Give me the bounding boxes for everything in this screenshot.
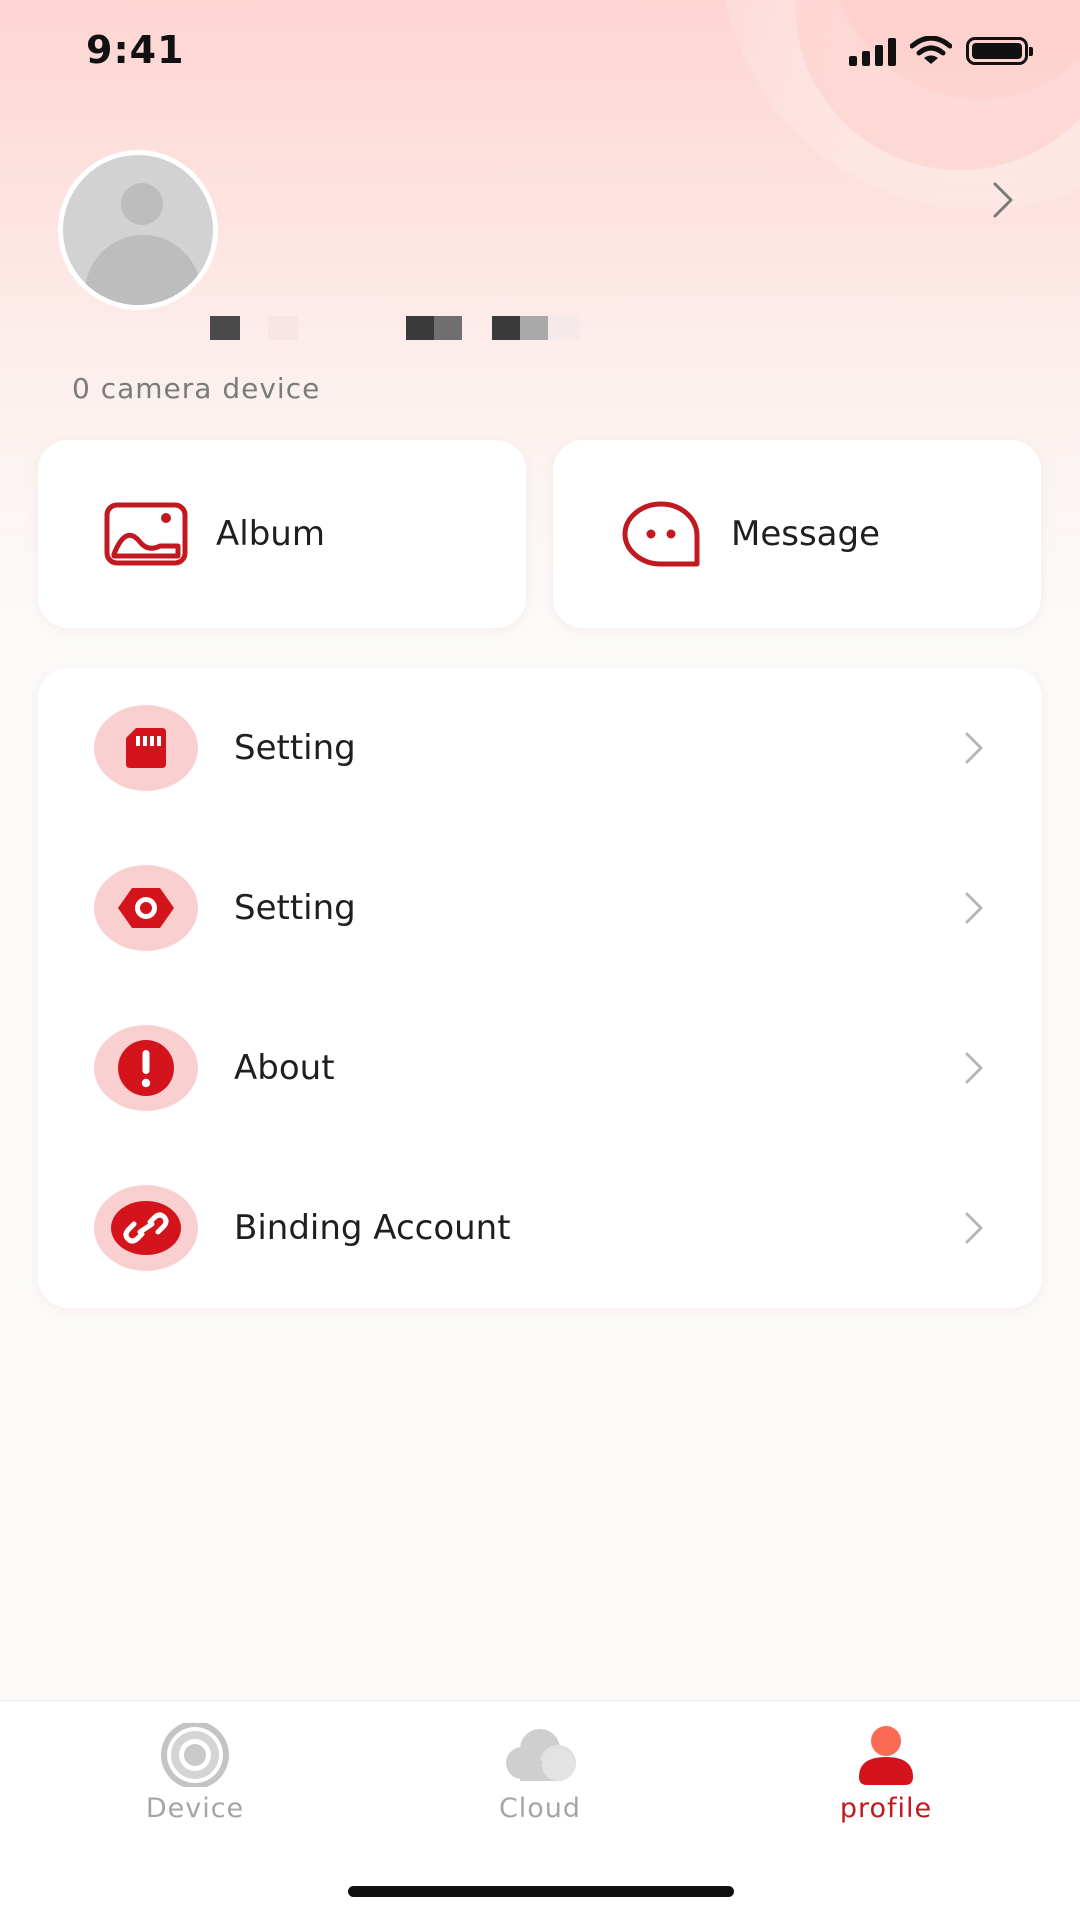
cellular-signal-icon [849,36,896,66]
menu-item-binding-account[interactable]: Binding Account [38,1148,1042,1308]
chevron-right-icon [965,1212,983,1244]
tab-profile[interactable]: profile [786,1723,986,1824]
wifi-icon [910,36,952,64]
tab-label: Cloud [498,1793,582,1824]
album-icon [104,492,188,576]
tab-label: Device [145,1793,245,1824]
home-indicator[interactable] [348,1886,734,1897]
album-card[interactable]: Album [38,440,526,628]
message-label: Message [731,514,881,554]
menu-item-about[interactable]: About [38,988,1042,1148]
profile-chevron-right-icon[interactable] [990,180,1016,220]
status-time: 9:41 [86,28,185,72]
message-icon [619,492,703,576]
status-icons [849,36,1033,66]
link-icon [94,1185,198,1271]
chevron-right-icon [965,1052,983,1084]
person-icon [859,1726,913,1785]
tab-label: profile [839,1793,933,1824]
menu-item-label: Setting [234,888,356,928]
camera-lens-icon [94,865,198,951]
menu-item-label: Setting [234,728,356,768]
tab-device[interactable]: Device [95,1723,295,1824]
menu-item-label: Binding Account [234,1208,511,1248]
battery-icon [966,37,1033,65]
cloud-icon [506,1729,576,1781]
chevron-right-icon [965,892,983,924]
camera-icon [161,1723,229,1787]
menu-item-label: About [234,1048,335,1088]
username-redacted [210,316,580,340]
menu-item-setting-camera[interactable]: Setting [38,828,1042,988]
tab-cloud[interactable]: Cloud [440,1723,640,1824]
exclamation-icon [94,1025,198,1111]
settings-menu: Setting Setting About Binding Account [38,668,1042,1308]
sd-card-icon [94,705,198,791]
chevron-right-icon [965,732,983,764]
album-label: Album [216,514,325,554]
menu-item-setting-storage[interactable]: Setting [38,668,1042,828]
device-count: 0 camera device [72,372,321,405]
message-card[interactable]: Message [553,440,1041,628]
avatar[interactable] [58,150,218,310]
